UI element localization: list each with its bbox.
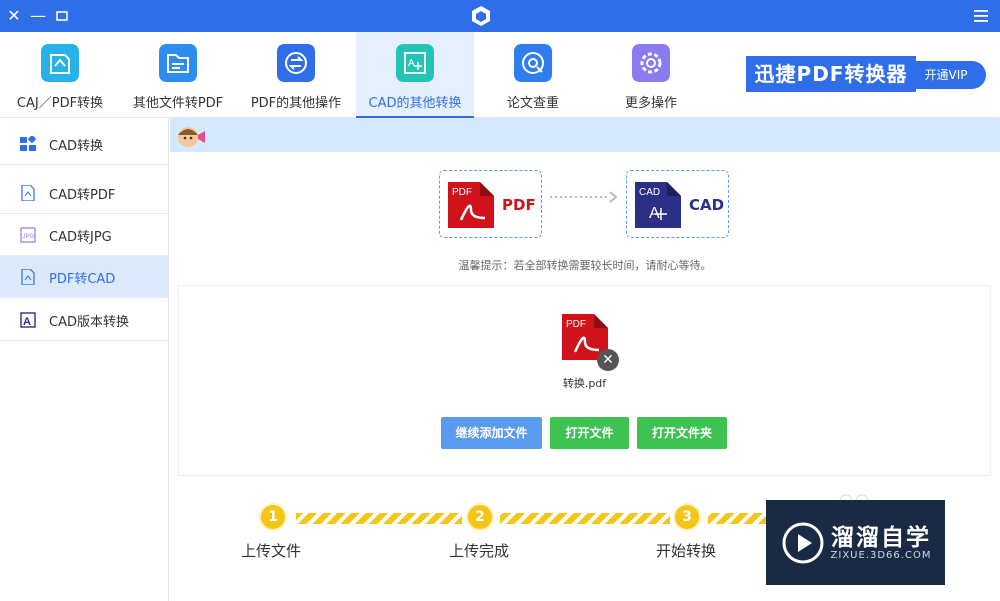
add-more-files-button[interactable]: 继续添加文件 [441, 417, 542, 449]
wait-tip: 温馨提示：若全部转换需要较长时间，请耐心等待。 [458, 259, 712, 272]
svg-text:CAD: CAD [639, 187, 660, 198]
tool-label: PDF的其他操作 [250, 96, 342, 111]
pdf-operations-icon [277, 44, 315, 82]
source-format-label: PDF [502, 196, 536, 214]
sidebar-item-label: PDF转CAD [49, 272, 116, 287]
svg-text:A: A [23, 316, 31, 328]
tool-label: 更多操作 [624, 96, 677, 111]
grid-icon [20, 136, 36, 151]
svg-text:PDF: PDF [566, 319, 586, 330]
tool-file-to-pdf[interactable]: 其他文件转PDF [119, 32, 237, 118]
file-to-pdf-icon [159, 44, 197, 82]
play-logo-icon [782, 522, 824, 564]
watermark-title: 溜溜自学 [831, 525, 931, 551]
close-window-button[interactable]: ✕ [4, 6, 24, 26]
tool-label: CAJ／PDF转换 [16, 96, 104, 111]
info-banner [170, 118, 1000, 152]
maximize-window-button[interactable] [52, 6, 72, 26]
sidebar-item-label: CAD版本转换 [49, 315, 129, 330]
step-number: 3 [673, 503, 701, 531]
mascot-icon [178, 127, 205, 147]
tool-more[interactable]: 更多操作 [592, 32, 710, 118]
caj-pdf-convert-icon [41, 44, 79, 82]
pdf-file-icon [21, 269, 35, 285]
app-cube-icon [472, 6, 490, 26]
open-file-button[interactable]: 打开文件 [550, 417, 629, 449]
tool-pdf-operations[interactable]: PDF的其他操作 [237, 32, 355, 118]
brand-title: 迅捷PDF转换器 [746, 56, 916, 92]
sidebar-item-cad-convert[interactable]: CAD转换 [0, 123, 168, 165]
minimize-window-button[interactable]: — [28, 6, 48, 26]
target-format-box: CAD A CAD [626, 170, 729, 238]
jpg-file-icon: JPG [20, 227, 36, 243]
tool-label: 其他文件转PDF [132, 96, 224, 111]
step-label: 开始转换 [656, 542, 717, 560]
cad-file-icon: CAD A [635, 182, 681, 228]
step-label: 上传完成 [449, 542, 510, 560]
open-folder-button[interactable]: 打开文件夹 [637, 417, 727, 449]
paper-check-icon [514, 44, 552, 82]
open-vip-button[interactable]: 开通VIP [906, 61, 986, 89]
pdf-file-icon [21, 185, 35, 201]
watermark-subtitle: ZIXUE.3D66.COM [830, 550, 932, 561]
tool-label: CAD的其他转换 [368, 96, 462, 111]
step-number: 2 [466, 503, 494, 531]
sidebar-item-pdf-to-cad[interactable]: PDF转CAD [0, 256, 168, 298]
cad-convert-icon: A [396, 44, 434, 82]
sidebar: CAD转换 CAD转PDF JPG CAD转JPG PDF转CAD A CAD版… [0, 118, 169, 601]
watermark: 溜溜自学 ZIXUE.3D66.COM [766, 500, 945, 585]
svg-text:A: A [408, 58, 415, 69]
file-name: 转换.pdf [562, 377, 607, 390]
target-format-label: CAD [689, 196, 725, 214]
tool-caj-pdf[interactable]: CAJ／PDF转换 [1, 32, 119, 118]
progress-stripe [296, 513, 462, 524]
step-label: 上传文件 [241, 542, 302, 560]
svg-text:JPG: JPG [23, 234, 35, 240]
more-gear-icon [632, 44, 670, 82]
tool-paper-check[interactable]: 论文查重 [474, 32, 592, 118]
sidebar-item-label: CAD转换 [49, 139, 103, 154]
file-panel: PDF ✕ 转换.pdf 继续添加文件 打开文件 打开文件夹 [178, 285, 991, 476]
arrow-right-icon [550, 191, 618, 203]
svg-text:PDF: PDF [452, 187, 472, 198]
sidebar-item-label: CAD转JPG [49, 230, 112, 245]
cad-file-icon: A [20, 312, 36, 328]
sidebar-item-cad-to-pdf[interactable]: CAD转PDF [0, 172, 168, 214]
remove-file-button[interactable]: ✕ [597, 349, 619, 371]
step-number: 1 [259, 503, 287, 531]
main-toolbar: CAJ／PDF转换 其他文件转PDF PDF的其他操作 A CAD的其他转换 论… [0, 32, 1000, 118]
sidebar-item-cad-version[interactable]: A CAD版本转换 [0, 299, 168, 341]
source-format-box: PDF PDF [439, 170, 542, 238]
hamburger-menu-icon[interactable] [972, 7, 990, 25]
progress-stripe [500, 513, 670, 524]
sidebar-item-cad-to-jpg[interactable]: JPG CAD转JPG [0, 214, 168, 256]
pdf-file-icon: PDF [448, 182, 494, 228]
tool-cad-convert[interactable]: A CAD的其他转换 [356, 32, 474, 118]
title-bar: ✕ — [0, 0, 1000, 32]
tool-label: 论文查重 [506, 96, 559, 111]
progress-stripe [708, 513, 766, 524]
sidebar-item-label: CAD转PDF [49, 188, 116, 203]
